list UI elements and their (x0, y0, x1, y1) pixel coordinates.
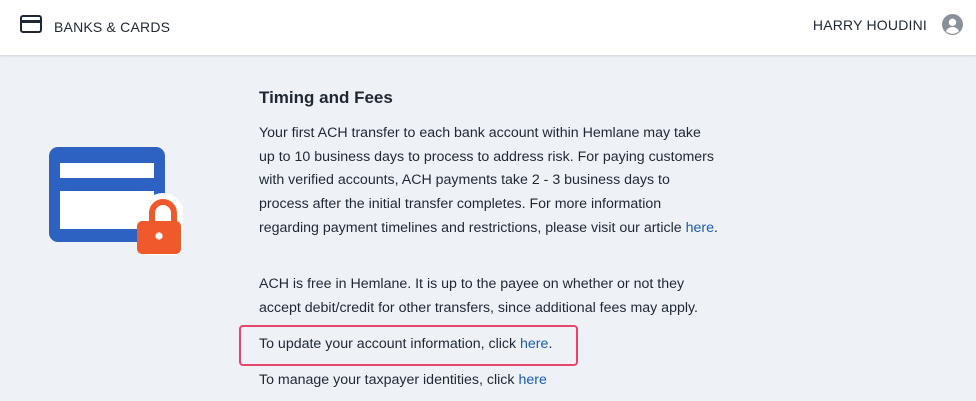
taxpayer-label: To manage your taxpayer identities, clic… (259, 372, 519, 388)
section-title: Timing and Fees (259, 88, 393, 107)
timing-text: Your first ACH transfer to each bank acc… (259, 125, 715, 236)
taxpayer-text: To manage your taxpayer identities, clic… (259, 369, 547, 393)
banks-cards-label: BANKS & CARDS (54, 18, 171, 35)
card-lock-illustration (46, 143, 186, 258)
timing-paragraph: Your first ACH transfer to each bank acc… (259, 122, 719, 241)
taxpayer-link[interactable]: here (518, 372, 546, 388)
timing-period: . (714, 219, 718, 236)
credit-card-icon (20, 15, 42, 38)
timing-fees-section: Timing and Fees Your first ACH transfer … (259, 88, 719, 388)
article-link[interactable]: here (686, 220, 714, 236)
user-name: HARRY HOUDINI (812, 16, 927, 33)
user-menu[interactable]: HARRY HOUDINI (813, 14, 963, 35)
highlight-box (239, 325, 578, 366)
fees-paragraph: ACH is free in Hemlane. It is up to the … (259, 276, 698, 316)
user-avatar-icon (942, 14, 963, 35)
top-bar: BANKS & CARDS HARRY HOUDINI (0, 0, 976, 56)
banks-cards-nav[interactable]: BANKS & CARDS (20, 15, 170, 38)
